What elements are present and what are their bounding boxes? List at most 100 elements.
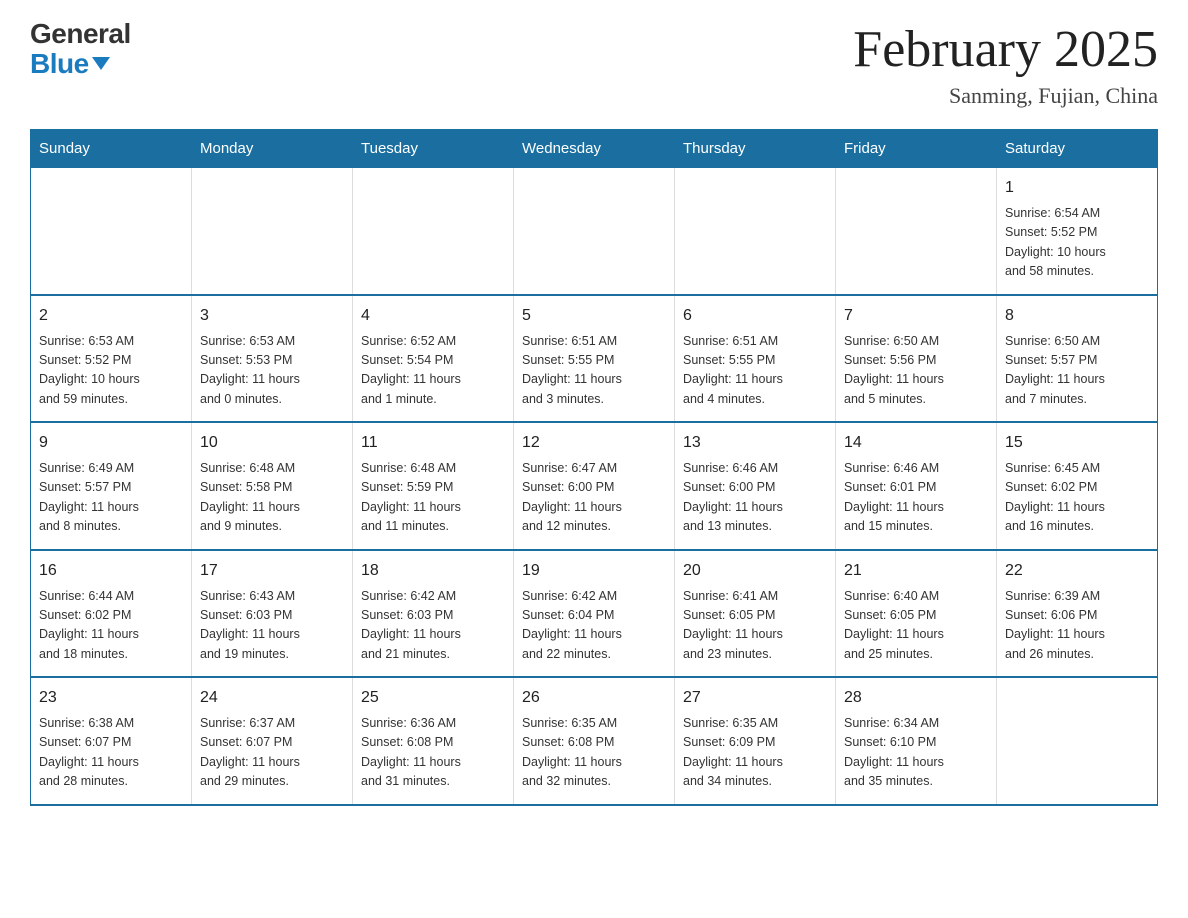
day-number: 5: [522, 304, 666, 328]
day-number: 9: [39, 431, 183, 455]
day-number: 2: [39, 304, 183, 328]
day-info: Sunrise: 6:39 AM Sunset: 6:06 PM Dayligh…: [1005, 587, 1149, 665]
day-info: Sunrise: 6:46 AM Sunset: 6:00 PM Dayligh…: [683, 459, 827, 537]
logo: General Blue: [30, 20, 131, 78]
day-info: Sunrise: 6:46 AM Sunset: 6:01 PM Dayligh…: [844, 459, 988, 537]
calendar-week-row: 1 Sunrise: 6:54 AM Sunset: 5:52 PM Daylig…: [31, 168, 1158, 295]
day-number: 15: [1005, 431, 1149, 455]
calendar-day-header: Tuesday: [353, 130, 514, 168]
calendar-cell: [836, 168, 997, 295]
calendar-week-row: 16 Sunrise: 6:44 AM Sunset: 6:02 PM Dayli…: [31, 550, 1158, 678]
day-number: 10: [200, 431, 344, 455]
day-info: Sunrise: 6:42 AM Sunset: 6:04 PM Dayligh…: [522, 587, 666, 665]
calendar-cell: 12 Sunrise: 6:47 AM Sunset: 6:00 PM Dayli…: [514, 422, 675, 550]
day-info: Sunrise: 6:35 AM Sunset: 6:08 PM Dayligh…: [522, 714, 666, 792]
day-number: 3: [200, 304, 344, 328]
day-info: Sunrise: 6:45 AM Sunset: 6:02 PM Dayligh…: [1005, 459, 1149, 537]
day-info: Sunrise: 6:53 AM Sunset: 5:53 PM Dayligh…: [200, 332, 344, 410]
calendar-day-header: Saturday: [997, 130, 1158, 168]
calendar-header-row: SundayMondayTuesdayWednesdayThursdayFrid…: [31, 130, 1158, 168]
day-number: 6: [683, 304, 827, 328]
day-info: Sunrise: 6:38 AM Sunset: 6:07 PM Dayligh…: [39, 714, 183, 792]
calendar-cell: 27Sunrise: 6:35 AM Sunset: 6:09 PM Dayli…: [675, 677, 836, 805]
day-number: 1: [1005, 176, 1149, 200]
page-header: General Blue February 2025 Sanming, Fuji…: [30, 20, 1158, 109]
calendar-cell: 15 Sunrise: 6:45 AM Sunset: 6:02 PM Dayli…: [997, 422, 1158, 550]
calendar-week-row: 2 Sunrise: 6:53 AM Sunset: 5:52 PM Daylig…: [31, 295, 1158, 423]
day-number: 4: [361, 304, 505, 328]
day-info: Sunrise: 6:51 AM Sunset: 5:55 PM Dayligh…: [522, 332, 666, 410]
day-info: Sunrise: 6:36 AM Sunset: 6:08 PM Dayligh…: [361, 714, 505, 792]
day-info: Sunrise: 6:50 AM Sunset: 5:56 PM Dayligh…: [844, 332, 988, 410]
calendar-cell: 14Sunrise: 6:46 AM Sunset: 6:01 PM Dayli…: [836, 422, 997, 550]
day-info: Sunrise: 6:37 AM Sunset: 6:07 PM Dayligh…: [200, 714, 344, 792]
calendar-cell: 17 Sunrise: 6:43 AM Sunset: 6:03 PM Dayli…: [192, 550, 353, 678]
calendar-day-header: Monday: [192, 130, 353, 168]
day-info: Sunrise: 6:48 AM Sunset: 5:58 PM Dayligh…: [200, 459, 344, 537]
calendar-cell: 19 Sunrise: 6:42 AM Sunset: 6:04 PM Dayli…: [514, 550, 675, 678]
calendar-cell: 22 Sunrise: 6:39 AM Sunset: 6:06 PM Dayli…: [997, 550, 1158, 678]
calendar-cell: [353, 168, 514, 295]
day-number: 24: [200, 686, 344, 710]
calendar-day-header: Friday: [836, 130, 997, 168]
day-info: Sunrise: 6:52 AM Sunset: 5:54 PM Dayligh…: [361, 332, 505, 410]
day-number: 26: [522, 686, 666, 710]
day-number: 18: [361, 559, 505, 583]
title-block: February 2025 Sanming, Fujian, China: [853, 20, 1158, 109]
calendar-cell: 16 Sunrise: 6:44 AM Sunset: 6:02 PM Dayli…: [31, 550, 192, 678]
day-info: Sunrise: 6:44 AM Sunset: 6:02 PM Dayligh…: [39, 587, 183, 665]
calendar-table: SundayMondayTuesdayWednesdayThursdayFrid…: [30, 129, 1158, 806]
location-title: Sanming, Fujian, China: [853, 83, 1158, 109]
calendar-cell: 23 Sunrise: 6:38 AM Sunset: 6:07 PM Dayli…: [31, 677, 192, 805]
day-info: Sunrise: 6:47 AM Sunset: 6:00 PM Dayligh…: [522, 459, 666, 537]
day-number: 8: [1005, 304, 1149, 328]
calendar-day-header: Sunday: [31, 130, 192, 168]
day-info: Sunrise: 6:48 AM Sunset: 5:59 PM Dayligh…: [361, 459, 505, 537]
calendar-cell: 1 Sunrise: 6:54 AM Sunset: 5:52 PM Daylig…: [997, 168, 1158, 295]
day-info: Sunrise: 6:42 AM Sunset: 6:03 PM Dayligh…: [361, 587, 505, 665]
day-info: Sunrise: 6:40 AM Sunset: 6:05 PM Dayligh…: [844, 587, 988, 665]
day-number: 20: [683, 559, 827, 583]
calendar-cell: 9 Sunrise: 6:49 AM Sunset: 5:57 PM Daylig…: [31, 422, 192, 550]
calendar-cell: 3 Sunrise: 6:53 AM Sunset: 5:53 PM Daylig…: [192, 295, 353, 423]
logo-general-text: General: [30, 20, 131, 48]
day-info: Sunrise: 6:50 AM Sunset: 5:57 PM Dayligh…: [1005, 332, 1149, 410]
day-info: Sunrise: 6:49 AM Sunset: 5:57 PM Dayligh…: [39, 459, 183, 537]
calendar-cell: 2 Sunrise: 6:53 AM Sunset: 5:52 PM Daylig…: [31, 295, 192, 423]
day-number: 22: [1005, 559, 1149, 583]
calendar-cell: [31, 168, 192, 295]
day-number: 21: [844, 559, 988, 583]
calendar-cell: [192, 168, 353, 295]
day-number: 19: [522, 559, 666, 583]
calendar-day-header: Thursday: [675, 130, 836, 168]
calendar-cell: 13 Sunrise: 6:46 AM Sunset: 6:00 PM Dayli…: [675, 422, 836, 550]
logo-blue-text: Blue: [30, 50, 89, 78]
day-number: 23: [39, 686, 183, 710]
day-number: 25: [361, 686, 505, 710]
day-info: Sunrise: 6:35 AM Sunset: 6:09 PM Dayligh…: [683, 714, 827, 792]
day-info: Sunrise: 6:53 AM Sunset: 5:52 PM Dayligh…: [39, 332, 183, 410]
day-number: 12: [522, 431, 666, 455]
month-title: February 2025: [853, 20, 1158, 79]
calendar-cell: 10 Sunrise: 6:48 AM Sunset: 5:58 PM Dayli…: [192, 422, 353, 550]
calendar-cell: 18 Sunrise: 6:42 AM Sunset: 6:03 PM Dayli…: [353, 550, 514, 678]
calendar-week-row: 23 Sunrise: 6:38 AM Sunset: 6:07 PM Dayli…: [31, 677, 1158, 805]
day-info: Sunrise: 6:43 AM Sunset: 6:03 PM Dayligh…: [200, 587, 344, 665]
calendar-cell: 8 Sunrise: 6:50 AM Sunset: 5:57 PM Daylig…: [997, 295, 1158, 423]
day-info: Sunrise: 6:54 AM Sunset: 5:52 PM Dayligh…: [1005, 204, 1149, 282]
calendar-cell: 21 Sunrise: 6:40 AM Sunset: 6:05 PM Dayli…: [836, 550, 997, 678]
calendar-cell: 25 Sunrise: 6:36 AM Sunset: 6:08 PM Dayli…: [353, 677, 514, 805]
day-number: 16: [39, 559, 183, 583]
logo-arrow-icon: [92, 57, 110, 70]
day-number: 13: [683, 431, 827, 455]
calendar-cell: 5 Sunrise: 6:51 AM Sunset: 5:55 PM Daylig…: [514, 295, 675, 423]
calendar-week-row: 9 Sunrise: 6:49 AM Sunset: 5:57 PM Daylig…: [31, 422, 1158, 550]
day-number: 7: [844, 304, 988, 328]
calendar-cell: [514, 168, 675, 295]
calendar-cell: 20Sunrise: 6:41 AM Sunset: 6:05 PM Dayli…: [675, 550, 836, 678]
day-info: Sunrise: 6:51 AM Sunset: 5:55 PM Dayligh…: [683, 332, 827, 410]
day-number: 28: [844, 686, 988, 710]
day-number: 11: [361, 431, 505, 455]
calendar-cell: 24 Sunrise: 6:37 AM Sunset: 6:07 PM Dayli…: [192, 677, 353, 805]
day-number: 17: [200, 559, 344, 583]
